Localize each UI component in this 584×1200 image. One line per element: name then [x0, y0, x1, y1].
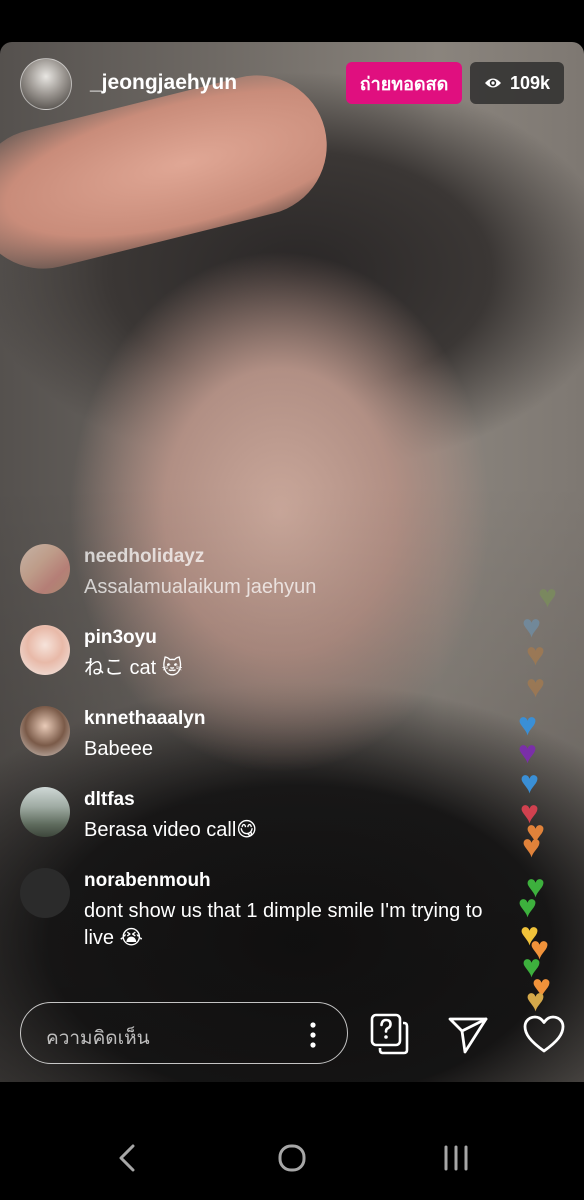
- heart-outline-icon[interactable]: [522, 1012, 566, 1056]
- floating-heart-icon: ♥: [526, 636, 545, 672]
- viewer-count: 109k: [509, 72, 551, 93]
- commenter-username[interactable]: norabenmouh: [84, 870, 211, 892]
- eye-icon: [484, 78, 501, 88]
- live-badge: ถ่ายทอดสด: [346, 62, 462, 104]
- comment-input[interactable]: ความคิดเห็น: [20, 1002, 348, 1064]
- home-circle-icon[interactable]: [272, 1138, 312, 1178]
- commenter-avatar[interactable]: [20, 868, 70, 918]
- comment-text: dont show us that 1 dimple smile I'm try…: [84, 900, 483, 949]
- commenter-avatar[interactable]: [20, 544, 70, 594]
- comment-text: Assalamualaikum jaehyun: [84, 576, 317, 598]
- commenter-username[interactable]: needholidayz: [84, 546, 204, 568]
- android-nav-bar: [0, 1082, 584, 1200]
- send-icon[interactable]: [446, 1012, 490, 1056]
- comment-item: knnethaaalyn Babeee: [20, 704, 500, 785]
- commenter-username[interactable]: knnethaaalyn: [84, 708, 205, 730]
- comment-item: pin3oyu ねこ cat 🐱: [20, 623, 500, 704]
- commenter-avatar[interactable]: [20, 787, 70, 837]
- comment-text: ねこ cat 🐱: [84, 657, 183, 679]
- live-header: _jeongjaehyun ถ่ายทอดสด 109k: [0, 56, 584, 112]
- live-label: ถ่ายทอดสด: [359, 73, 449, 94]
- comment-text: Babeee: [84, 738, 153, 760]
- recents-icon[interactable]: [436, 1138, 476, 1178]
- comment-item: needholidayz Assalamualaikum jaehyun: [20, 542, 500, 623]
- comment-item: norabenmouh dont show us that 1 dimple s…: [20, 866, 500, 949]
- commenter-username[interactable]: dltfas: [84, 789, 135, 811]
- floating-heart-icon: ♥: [526, 668, 545, 704]
- comment-text: Berasa video call😋: [84, 819, 258, 841]
- status-bar: [0, 0, 584, 42]
- host-username[interactable]: _jeongjaehyun: [90, 71, 237, 95]
- question-cards-icon[interactable]: [368, 1012, 412, 1056]
- host-avatar[interactable]: [20, 58, 72, 110]
- commenter-avatar[interactable]: [20, 625, 70, 675]
- comment-feed: needholidayz Assalamualaikum jaehyun pin…: [20, 542, 500, 949]
- more-vertical-icon[interactable]: [303, 1021, 323, 1049]
- floating-heart-icon: ♥: [522, 828, 541, 864]
- commenter-username[interactable]: pin3oyu: [84, 627, 157, 649]
- chevron-left-icon[interactable]: [108, 1138, 148, 1178]
- floating-hearts: ♥ ♥ ♥ ♥ ♥ ♥ ♥ ♥ ♥ ♥ ♥ ♥ ♥ ♥ ♥ ♥ ♥: [512, 580, 572, 1016]
- comment-item: dltfas Berasa video call😋: [20, 785, 500, 866]
- viewer-count-badge[interactable]: 109k: [470, 62, 564, 104]
- comment-placeholder: ความคิดเห็น: [46, 1028, 150, 1049]
- commenter-avatar[interactable]: [20, 706, 70, 756]
- bottom-action-bar: ความคิดเห็น: [0, 1000, 584, 1070]
